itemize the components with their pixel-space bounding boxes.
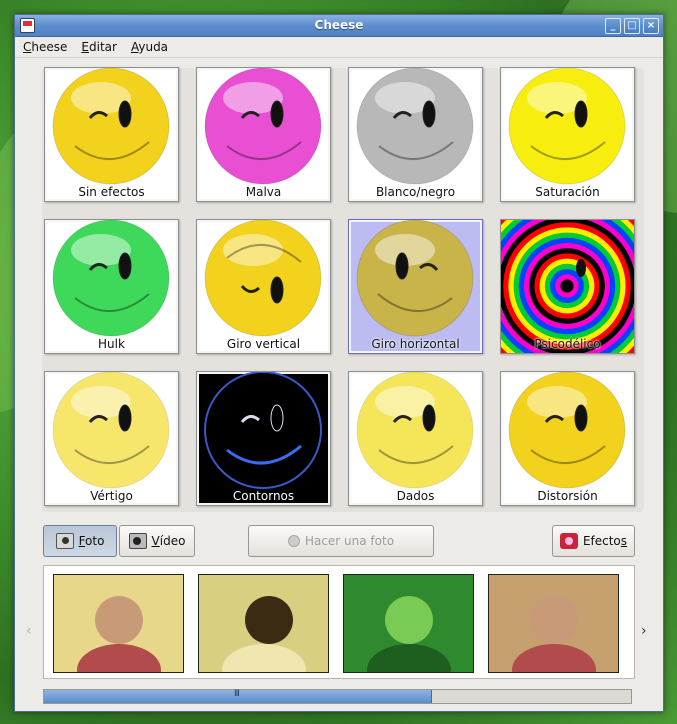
effect-warp[interactable]: Distorsión xyxy=(500,371,635,506)
smiley-icon xyxy=(204,220,322,337)
take-photo-label: Hacer una foto xyxy=(304,534,395,548)
scroll-left-arrow[interactable]: ‹ xyxy=(26,623,32,639)
smiley-icon xyxy=(356,220,474,337)
effect-edges[interactable]: Contornos xyxy=(196,371,331,506)
effect-label: Sin efectos xyxy=(78,185,145,199)
titlebar[interactable]: Cheese _ □ × xyxy=(15,15,663,37)
video-mode-label: Vídeo xyxy=(151,534,186,548)
effect-label: Hulk xyxy=(98,337,125,351)
effect-label: Blanco/negro xyxy=(375,185,456,199)
maximize-icon[interactable]: □ xyxy=(624,18,640,34)
thumbnail-scrollbar[interactable]: III xyxy=(43,689,632,704)
effects-icon xyxy=(559,533,578,549)
scroll-right-arrow[interactable]: › xyxy=(641,623,647,639)
scrollbar-grip: III xyxy=(234,689,240,699)
thumb-hulk-girl[interactable] xyxy=(343,574,474,673)
effect-label: Giro vertical xyxy=(226,337,301,351)
smiley-icon xyxy=(508,68,626,185)
cheese-window: Cheese _ □ × Cheese Editar Ayuda Sin efect… xyxy=(14,14,664,712)
effect-label: Contornos xyxy=(232,489,295,503)
scrollbar-thumb[interactable]: III xyxy=(44,689,433,703)
photo-mode-label: Foto xyxy=(78,534,105,548)
effects-label: Efectos xyxy=(582,534,628,548)
smiley-icon xyxy=(204,68,322,185)
effects-button[interactable]: Efectos xyxy=(552,525,635,557)
effect-hulk[interactable]: Hulk xyxy=(44,219,179,354)
effect-label: Saturación xyxy=(535,185,600,199)
smiley-icon xyxy=(356,372,474,489)
thumb-swirl[interactable] xyxy=(198,574,329,673)
effect-none[interactable]: Sin efectos xyxy=(44,67,179,202)
effect-vertical-flip[interactable]: Giro vertical xyxy=(196,219,331,354)
effect-label: Distorsión xyxy=(537,489,598,503)
smiley-icon xyxy=(356,68,474,185)
smiley-icon xyxy=(501,220,634,353)
minimize-icon[interactable]: _ xyxy=(605,18,621,34)
thumb-baby[interactable] xyxy=(488,574,619,673)
record-icon xyxy=(287,535,300,547)
effects-grid: Sin efectos Malva Blanco/negro Saturación Hu… xyxy=(42,67,644,512)
take-photo-button[interactable]: Hacer una foto xyxy=(248,525,434,557)
photo-thumbnail xyxy=(512,596,596,672)
effect-saturation[interactable]: Saturación xyxy=(500,67,635,202)
camera-icon xyxy=(55,533,74,549)
video-camera-icon xyxy=(128,533,147,549)
menu-ayuda[interactable]: Ayuda xyxy=(131,40,168,54)
smiley-icon xyxy=(204,372,322,489)
effect-horizontal-flip[interactable]: Giro horizontal xyxy=(348,219,483,354)
smiley-icon xyxy=(52,68,170,185)
effect-label: Vértigo xyxy=(90,489,133,503)
menu-cheese[interactable]: Cheese xyxy=(23,40,67,54)
photo-thumbnail xyxy=(222,596,306,672)
menu-editar[interactable]: Editar xyxy=(81,40,117,54)
close-icon[interactable]: × xyxy=(643,18,659,34)
effect-vertigo[interactable]: Vértigo xyxy=(44,371,179,506)
thumb-family[interactable] xyxy=(53,574,184,673)
effect-label: Malva xyxy=(245,185,282,199)
effect-label: Psicodélico xyxy=(534,337,601,351)
photo-mode-button[interactable]: Foto xyxy=(43,525,117,557)
thumbnail-strip xyxy=(43,565,635,679)
effect-mauve[interactable]: Malva xyxy=(196,67,331,202)
effect-label: Giro horizontal xyxy=(371,337,460,351)
smiley-icon xyxy=(508,372,626,489)
effect-psychedelic[interactable]: Psicodélico xyxy=(500,219,635,354)
photo-thumbnail xyxy=(77,596,161,672)
menubar: Cheese Editar Ayuda xyxy=(15,37,663,58)
smiley-icon xyxy=(52,220,170,337)
effect-dice[interactable]: Dados xyxy=(348,371,483,506)
window-title: Cheese xyxy=(314,18,364,32)
photo-thumbnail xyxy=(367,596,451,672)
effect-label: Dados xyxy=(396,489,435,503)
effect-black-white[interactable]: Blanco/negro xyxy=(348,67,483,202)
smiley-icon xyxy=(52,372,170,489)
video-mode-button[interactable]: Vídeo xyxy=(119,525,195,557)
